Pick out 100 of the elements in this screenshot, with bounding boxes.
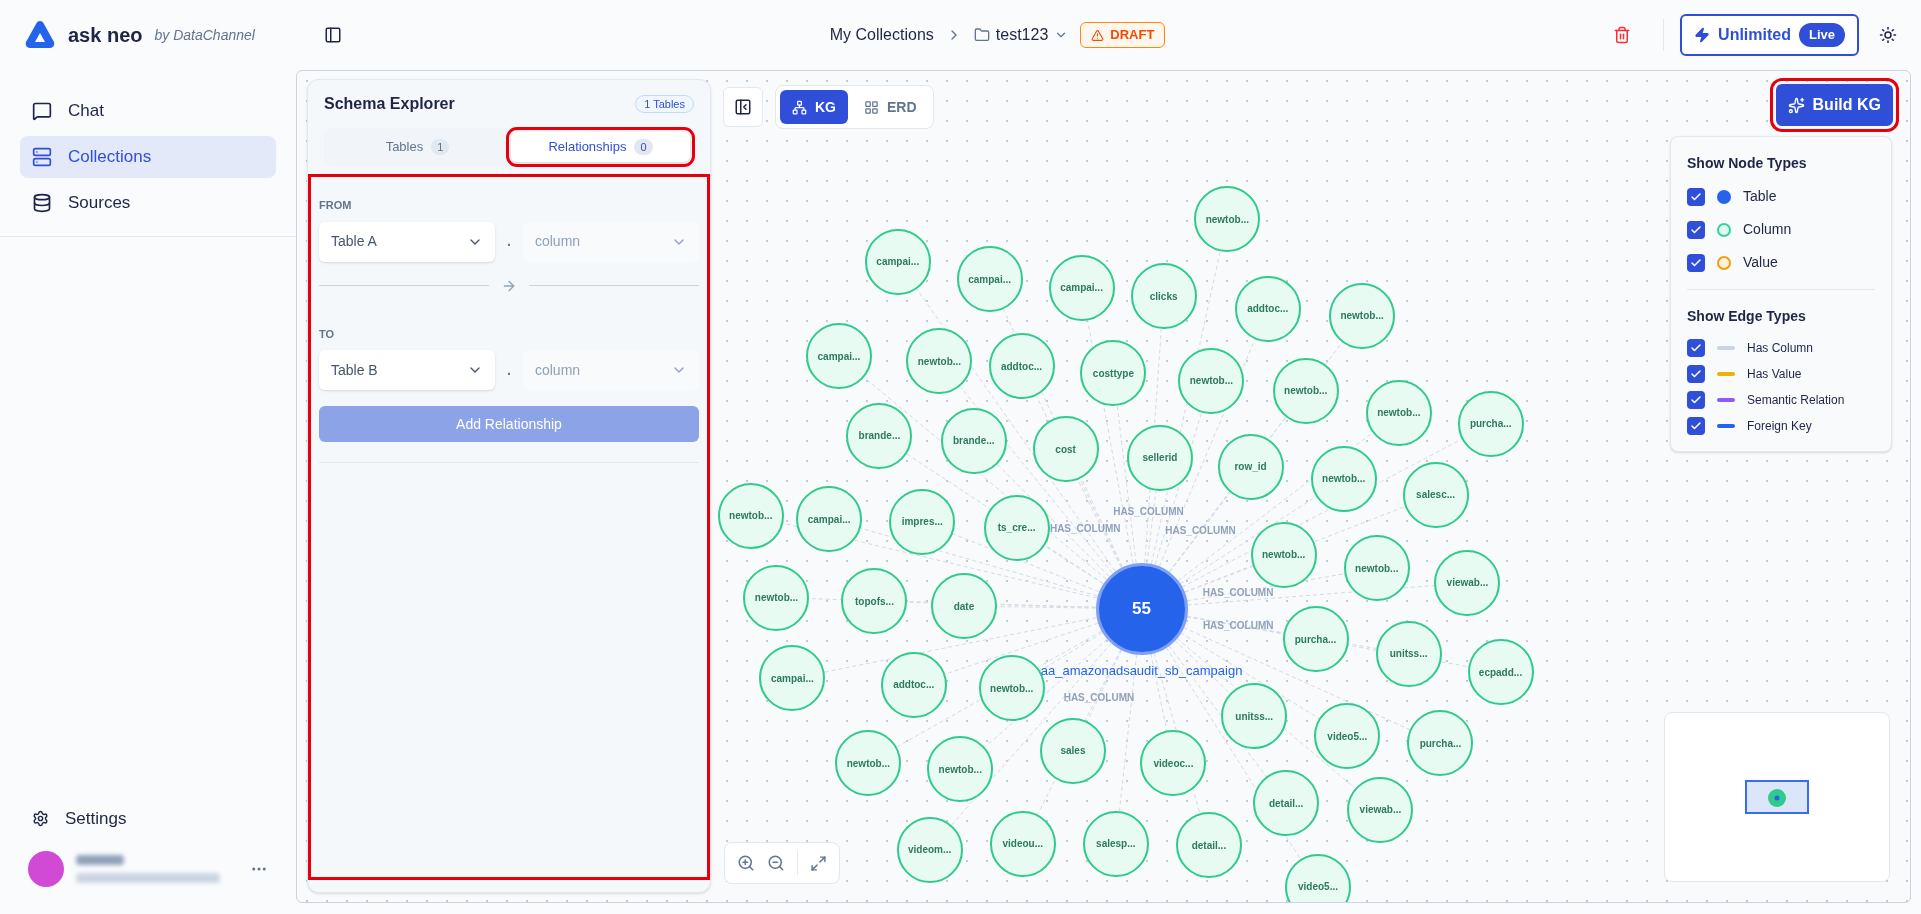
column-node[interactable]: campai... [956,246,1023,313]
edge-type-label: Foreign Key [1747,418,1812,435]
column-node[interactable]: campai... [805,323,872,390]
column-node[interactable]: cost [1032,416,1099,483]
zoom-in-icon[interactable] [737,854,755,872]
column-node[interactable]: brande... [940,407,1007,474]
checkbox[interactable] [1687,339,1705,357]
column-node[interactable]: newtob... [1310,445,1377,512]
column-node[interactable]: video5... [1284,853,1351,902]
sidebar-item[interactable]: Collections [20,136,276,178]
checkbox[interactable] [1687,417,1705,435]
chat-icon [32,101,52,121]
column-node[interactable]: salesp... [1082,810,1149,877]
column-node[interactable]: costtype [1080,340,1147,407]
sources-icon [32,193,52,213]
breadcrumb-link[interactable]: My Collections [829,23,934,47]
column-node[interactable]: newtob... [1329,282,1396,349]
column-node[interactable]: videou... [989,810,1056,877]
column-node[interactable]: newtob... [1365,379,1432,446]
view-tab[interactable]: ERD [852,90,929,124]
check-icon [1690,190,1702,203]
column-node[interactable]: addtoc... [1234,275,1301,342]
column-node[interactable]: brande... [846,402,913,469]
column-node[interactable]: viewab... [1347,776,1414,843]
check-icon [1690,394,1702,406]
column-node[interactable]: newtob... [906,328,973,395]
column-node[interactable]: newtob... [1250,521,1317,588]
zoom-out-icon[interactable] [767,854,785,872]
column-node[interactable]: row_id [1217,433,1284,500]
delete-icon[interactable] [1613,26,1632,44]
tables-badge: 1 Tables [635,94,694,114]
column-node[interactable]: newtob... [1343,535,1410,602]
checkbox[interactable] [1687,220,1705,239]
warning-icon [1091,28,1105,42]
column-node[interactable]: newtob... [1194,186,1261,253]
column-node[interactable]: detail... [1175,812,1242,879]
network-icon [792,99,807,115]
column-node[interactable]: purcha... [1282,606,1349,673]
collapse-panel-button[interactable] [723,87,763,127]
fit-view-icon[interactable] [810,854,827,872]
column-node[interactable]: videoc... [1140,730,1207,796]
column-node[interactable]: campai... [864,228,931,295]
table-node[interactable]: 55 [1095,562,1188,655]
minimap-drawing [1745,780,1809,814]
panel-collapse-icon [734,98,752,116]
column-node[interactable]: newtob... [1178,347,1245,414]
sidebar-toggle-icon[interactable] [324,26,342,44]
column-node[interactable]: sales [1039,717,1106,784]
column-node[interactable]: ecpadd... [1467,639,1534,706]
sparkles-icon [1787,96,1805,114]
column-node[interactable]: newtob... [717,482,784,549]
column-node[interactable]: newtob... [1272,357,1339,424]
column-node[interactable]: salesc... [1402,461,1469,528]
avatar [28,851,64,887]
column-node[interactable]: date [930,573,997,640]
edge-label: HAS_COLUMN [1165,523,1236,538]
column-node[interactable]: campai... [759,645,826,712]
sidebar-item[interactable]: Chat [20,90,276,132]
column-node[interactable]: newtob... [835,730,902,796]
checkbox[interactable] [1687,187,1705,206]
column-node[interactable]: campai... [1048,254,1115,321]
column-node[interactable]: addtoc... [988,333,1055,400]
column-node[interactable]: viewab... [1434,549,1501,616]
column-node[interactable]: sellerid [1126,424,1193,491]
column-node[interactable]: topofs... [841,568,908,635]
column-node[interactable]: unitss... [1375,620,1442,687]
settings-icon [32,809,49,827]
sidebar-item[interactable]: Sources [20,182,276,224]
column-node[interactable]: videom... [896,817,963,883]
view-tab[interactable]: KG [780,90,848,124]
node-type-label: Value [1743,253,1778,272]
collection-selector[interactable]: test123 [973,23,1069,47]
checkbox[interactable] [1687,365,1705,383]
column-node[interactable]: addtoc... [880,651,947,718]
theme-toggle-icon[interactable] [1879,26,1897,44]
check-icon [1690,342,1702,354]
check-icon [1690,368,1702,380]
column-node[interactable]: video5... [1314,703,1381,770]
node-type-label: Table [1743,187,1777,206]
column-node[interactable]: purcha... [1457,390,1524,457]
column-node[interactable]: newtob... [927,736,994,803]
column-node[interactable]: ts_cre... [983,494,1050,561]
column-node[interactable]: detail... [1253,770,1320,837]
plan-button[interactable]: Unlimited Live [1680,14,1859,56]
tab[interactable]: Tables 1 [328,132,507,162]
edge-type-label: Semantic Relation [1747,392,1845,409]
column-node[interactable]: clicks [1130,263,1197,330]
table-select[interactable]: Table A [319,221,496,262]
column-node[interactable]: unitss... [1221,683,1288,750]
column-node[interactable]: impres... [889,488,956,555]
checkbox[interactable] [1687,253,1705,272]
column-node[interactable]: purcha... [1407,710,1474,777]
edge-label: HAS_COLUMN [1202,618,1274,633]
draft-badge: DRAFT [1080,22,1166,48]
column-node[interactable]: newtob... [743,564,810,631]
checkbox[interactable] [1687,391,1705,409]
settings-link[interactable]: Settings [32,805,264,831]
column-node[interactable]: campai... [796,486,863,553]
table-select[interactable]: Table B [319,350,496,390]
check-icon [1690,420,1702,432]
